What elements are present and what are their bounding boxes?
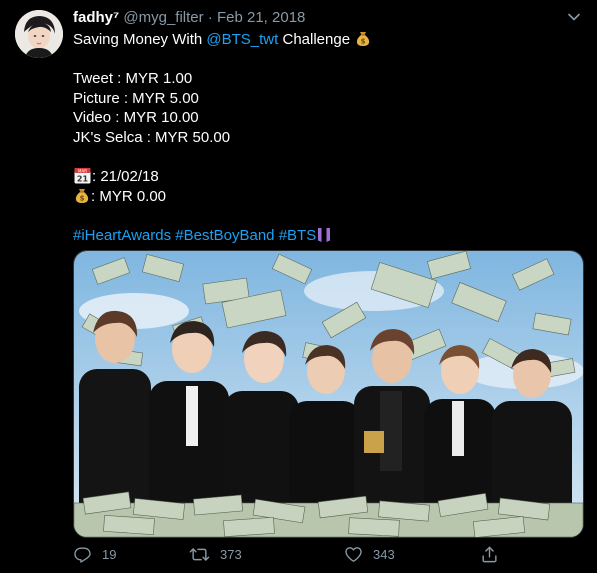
- more-options-chevron-icon[interactable]: [565, 8, 583, 31]
- mention-link[interactable]: @BTS_twt: [206, 31, 278, 48]
- heart-icon: [345, 547, 362, 562]
- calendar-day: 21: [77, 175, 89, 184]
- retweet-button[interactable]: 373: [189, 545, 242, 564]
- avatar-image: [15, 10, 63, 58]
- header-separator: ·: [207, 9, 213, 26]
- money-bag-icon: $: [74, 187, 90, 210]
- like-count: 343: [373, 547, 395, 562]
- share-button[interactable]: [480, 545, 499, 564]
- reply-icon: [74, 547, 91, 563]
- like-button[interactable]: 343: [344, 545, 395, 564]
- retweet-count: 373: [220, 547, 242, 562]
- tweet-text: Saving Money With @BTS_twt Challenge $ T…: [73, 30, 573, 246]
- total-line: $ : MYR 0.00: [73, 187, 573, 207]
- rate-selca: JK's Selca : MYR 50.00: [73, 128, 231, 146]
- hashtag-iheartawards[interactable]: #iHeartAwards: [73, 227, 171, 244]
- display-name[interactable]: fadhy⁷: [73, 9, 119, 26]
- purple-heart-icon: [317, 227, 331, 249]
- hashtag-bestboyband[interactable]: #BestBoyBand: [175, 227, 274, 244]
- rate-picture: Picture : MYR 5.00: [73, 89, 199, 107]
- text-suffix: Challenge: [278, 31, 351, 48]
- reply-button[interactable]: 19: [73, 545, 116, 564]
- text-prefix: Saving Money With: [73, 31, 207, 48]
- date-line: MAR 21 : 21/02/18: [73, 167, 573, 187]
- reply-count: 19: [102, 547, 117, 562]
- calendar-month: MAR: [78, 168, 87, 173]
- hashtag-bts[interactable]: #BTS: [279, 227, 317, 244]
- tweet-line-title: Saving Money With @BTS_twt Challenge $: [73, 30, 573, 50]
- tweet-actions: 19 373 343: [73, 545, 513, 567]
- hashtags-line: #iHeartAwards #BestBoyBand #BTS: [73, 226, 573, 246]
- rate-tweet: Tweet : MYR 1.00: [73, 70, 193, 88]
- tweet-date[interactable]: Feb 21, 2018: [217, 9, 305, 26]
- tweet-photo[interactable]: [73, 250, 584, 538]
- rate-video: Video : MYR 10.00: [73, 109, 199, 127]
- total-value: : MYR 0.00: [91, 187, 167, 205]
- retweet-icon: [189, 548, 210, 561]
- svg-text:$: $: [80, 194, 85, 202]
- user-handle[interactable]: @myg_filter: [123, 9, 203, 26]
- share-icon: [482, 546, 497, 563]
- tweet-header: fadhy⁷ @myg_filter · Feb 21, 2018: [73, 9, 305, 26]
- tweet[interactable]: fadhy⁷ @myg_filter · Feb 21, 2018 Saving…: [0, 0, 597, 573]
- date-value: : 21/02/18: [92, 168, 159, 186]
- group-photo-image: [74, 251, 583, 537]
- money-bag-icon: $: [355, 30, 371, 53]
- avatar[interactable]: [15, 10, 63, 58]
- svg-text:$: $: [361, 38, 366, 46]
